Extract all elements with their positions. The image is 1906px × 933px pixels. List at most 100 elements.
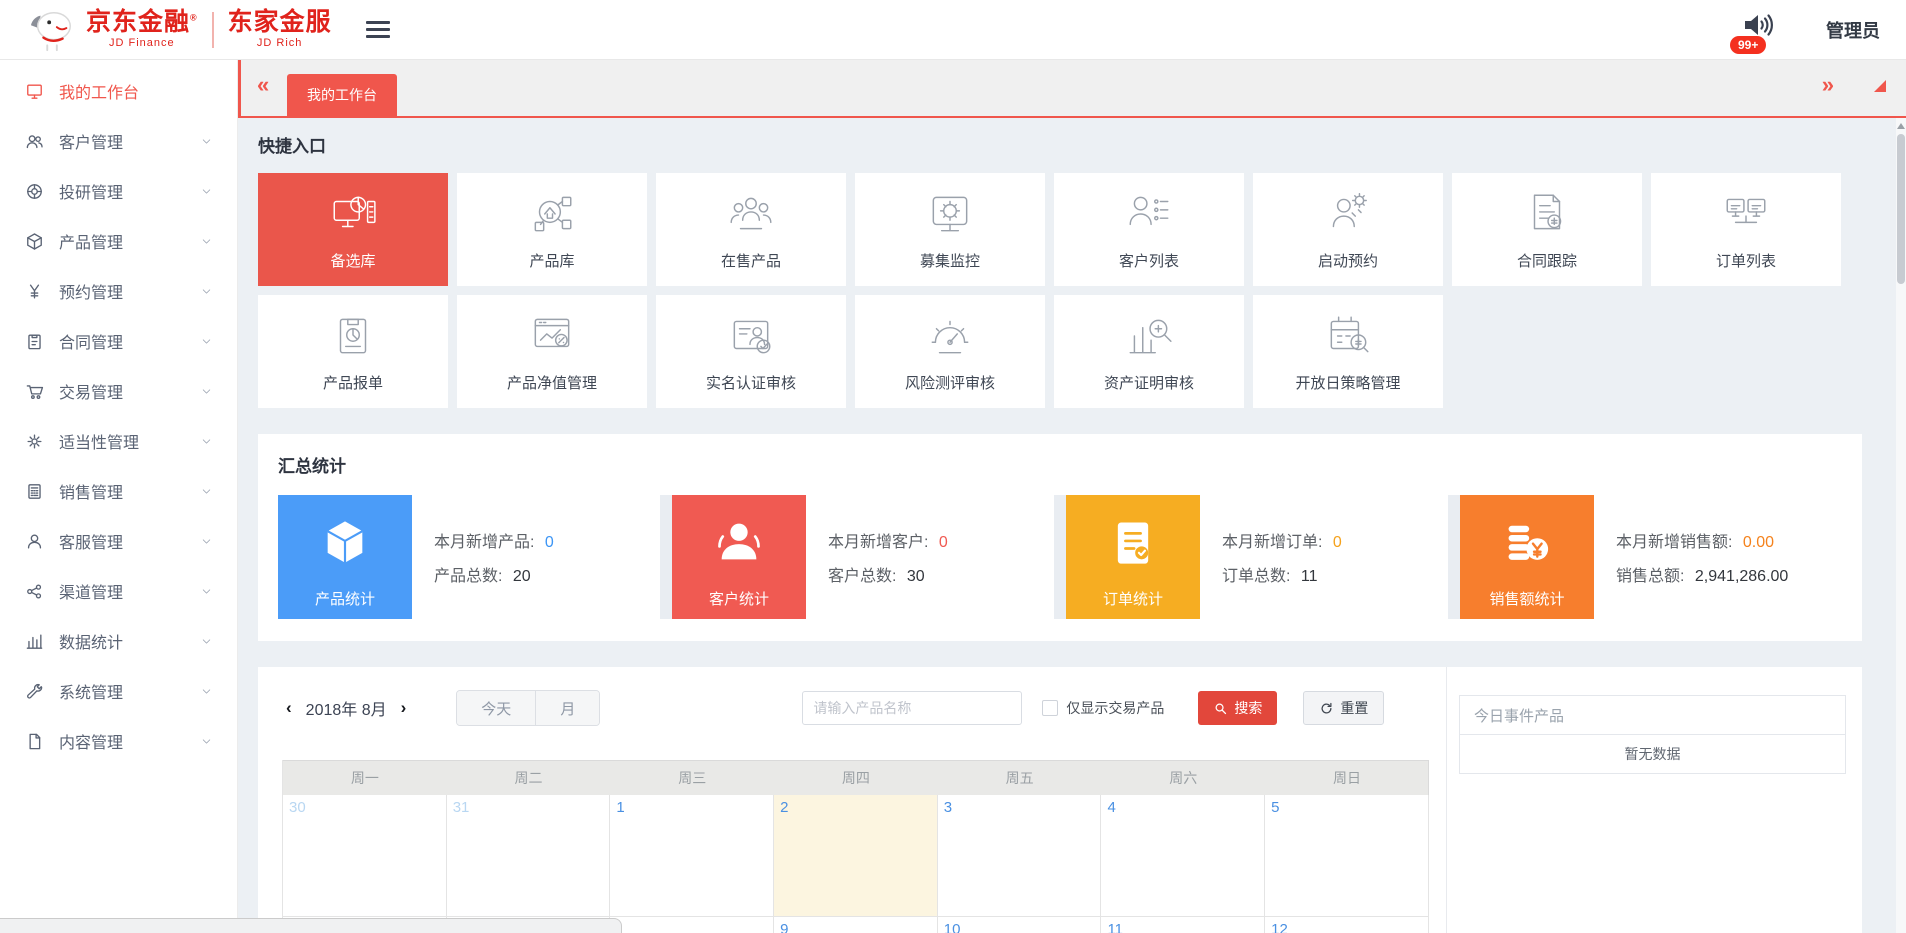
- clipboard-icon: [24, 331, 44, 351]
- stat-line2-value: 2,941,286.00: [1690, 568, 1788, 585]
- quick-tile[interactable]: 产品净值管理: [457, 295, 647, 408]
- order-screens-icon: [1721, 189, 1771, 243]
- stat-card-values: 本月新增产品: 0产品总数: 20: [412, 495, 660, 619]
- tab-my-workbench[interactable]: 我的工作台: [287, 74, 397, 116]
- month-view-button[interactable]: 月: [535, 691, 599, 725]
- hamburger-menu-icon[interactable]: [366, 21, 390, 38]
- calendar-day-cell[interactable]: 1: [610, 795, 774, 917]
- product-name-input[interactable]: [802, 691, 1022, 725]
- sidebar-item-suitability[interactable]: 适当性管理: [0, 416, 237, 466]
- calendar-day-cell[interactable]: 4: [1101, 795, 1265, 917]
- sidebar-item-stats[interactable]: 数据统计: [0, 616, 237, 666]
- page-scrollbar[interactable]: [1896, 118, 1906, 933]
- refresh-icon: [1319, 701, 1334, 716]
- sidebar-item-sales[interactable]: 销售管理: [0, 466, 237, 516]
- today-button[interactable]: 今天: [457, 691, 535, 725]
- quick-tile[interactable]: 在售产品: [656, 173, 846, 286]
- monitor-icon: [24, 81, 44, 101]
- tabs-scroll-right-icon[interactable]: »: [1822, 74, 1834, 96]
- sidebar-item-label: 客服管理: [59, 529, 123, 553]
- stat-card-label: 产品统计: [315, 588, 375, 609]
- quick-tile-label: 募集监控: [920, 250, 980, 271]
- stat-card-color-block: 产品统计: [278, 495, 412, 619]
- quick-tile-label: 开放日策略管理: [1295, 372, 1400, 393]
- calendar-day-cell[interactable]: [610, 917, 774, 933]
- quick-tile-label: 产品库: [529, 250, 574, 271]
- quick-tile[interactable]: 备选库: [258, 173, 448, 286]
- quick-tile[interactable]: 产品库: [457, 173, 647, 286]
- sidebar-item-label: 合同管理: [59, 329, 123, 353]
- calendar-day-cell[interactable]: 11: [1101, 917, 1265, 933]
- calendar-toolbar: ‹ 2018年 8月 › 今天 月 仅显示交易产品: [282, 689, 1446, 727]
- sidebar-item-reservation[interactable]: 预约管理: [0, 266, 237, 316]
- scrollbar-thumb[interactable]: [1897, 134, 1905, 284]
- quick-tile[interactable]: 募集监控: [855, 173, 1045, 286]
- sidebar-item-service[interactable]: 客服管理: [0, 516, 237, 566]
- sidebar-item-workbench[interactable]: 我的工作台: [0, 66, 237, 116]
- calendar-day-cell[interactable]: 9: [774, 917, 938, 933]
- asset-chart-icon: [1124, 311, 1174, 365]
- quick-tile-label: 产品净值管理: [507, 372, 597, 393]
- sidebar-item-research[interactable]: 投研管理: [0, 166, 237, 216]
- user-menu[interactable]: 管理员: [1826, 17, 1880, 43]
- quick-tile[interactable]: 产品报单: [258, 295, 448, 408]
- calendar-day-cell[interactable]: 2: [774, 795, 938, 917]
- header-right: 99+ 管理员: [1738, 0, 1906, 60]
- calendar-day-cell[interactable]: 12: [1265, 917, 1429, 933]
- search-button[interactable]: 搜索: [1198, 691, 1277, 725]
- monitor-gear-icon: [925, 189, 975, 243]
- stat-card: 销售额统计本月新增销售额: 0.00销售总额: 2,941,286.00: [1460, 495, 1842, 619]
- jd-mascot-logo-icon: [26, 7, 80, 53]
- tabs-scroll-left-icon[interactable]: «: [257, 74, 269, 96]
- sidebar-item-contract[interactable]: 合同管理: [0, 316, 237, 366]
- quick-tile[interactable]: 启动预约: [1253, 173, 1443, 286]
- sidebar-item-system[interactable]: 系统管理: [0, 666, 237, 716]
- chevron-down-icon: [200, 535, 213, 548]
- quick-tile[interactable]: 实名认证审核: [656, 295, 846, 408]
- quick-tile[interactable]: 合同跟踪: [1452, 173, 1642, 286]
- day-number: 30: [289, 799, 306, 816]
- quick-tile[interactable]: 资产证明审核: [1054, 295, 1244, 408]
- calendar-day-cell[interactable]: 5: [1265, 795, 1429, 917]
- reset-button[interactable]: 重置: [1303, 691, 1384, 725]
- chevron-down-icon: [200, 485, 213, 498]
- calendar-day-cell[interactable]: 30: [283, 795, 447, 917]
- trade-only-checkbox-row[interactable]: 仅显示交易产品: [1042, 698, 1164, 718]
- stat-line1-value: 0: [934, 534, 947, 551]
- notification-speaker-button[interactable]: 99+: [1738, 0, 1778, 60]
- top-header: 京东金融® JD Finance 东家金服 JD Rich 99+ 管理员: [0, 0, 1906, 60]
- quick-tile-label: 产品报单: [323, 372, 383, 393]
- chevron-down-icon: [200, 435, 213, 448]
- launch-gear-icon: [1323, 189, 1373, 243]
- sidebar-item-trade[interactable]: 交易管理: [0, 366, 237, 416]
- quick-tile-label: 合同跟踪: [1517, 250, 1577, 271]
- sidebar-item-customer[interactable]: 客户管理: [0, 116, 237, 166]
- sidebar-item-cms[interactable]: 内容管理: [0, 716, 237, 766]
- trade-only-checkbox[interactable]: [1042, 700, 1058, 716]
- tab-options-caret-icon[interactable]: [1874, 80, 1886, 92]
- chevron-down-icon: [200, 235, 213, 248]
- scrollbar-up-arrow-icon[interactable]: [1897, 123, 1905, 129]
- calendar-day-cell[interactable]: 3: [938, 795, 1102, 917]
- quick-tile[interactable]: 客户列表: [1054, 173, 1244, 286]
- product-network-icon: [527, 189, 577, 243]
- calendar-next-button[interactable]: ›: [397, 698, 411, 718]
- calendar-day-cell[interactable]: 10: [938, 917, 1102, 933]
- logo: 京东金融® JD Finance 东家金服 JD Rich: [26, 7, 332, 53]
- quick-tile-label: 客户列表: [1119, 250, 1179, 271]
- quick-tile[interactable]: 订单列表: [1651, 173, 1841, 286]
- gear-icon: [24, 431, 44, 451]
- sidebar-item-product[interactable]: 产品管理: [0, 216, 237, 266]
- quick-tile[interactable]: 开放日策略管理: [1253, 295, 1443, 408]
- cart-icon: [24, 381, 44, 401]
- brand-jd-finance: 京东金融® JD Finance: [86, 10, 198, 49]
- sidebar-item-label: 客户管理: [59, 129, 123, 153]
- stat-cards-row: 产品统计本月新增产品: 0产品总数: 20客户统计本月新增客户: 0客户总数: …: [278, 495, 1842, 619]
- report-clipboard-icon: [328, 311, 378, 365]
- calendar-prev-button[interactable]: ‹: [282, 698, 296, 718]
- sidebar-item-channel[interactable]: 渠道管理: [0, 566, 237, 616]
- coins-yen-filled-icon: [1460, 495, 1594, 588]
- calendar-day-cell[interactable]: 31: [447, 795, 611, 917]
- chevron-down-icon: [200, 185, 213, 198]
- quick-tile[interactable]: 风险测评审核: [855, 295, 1045, 408]
